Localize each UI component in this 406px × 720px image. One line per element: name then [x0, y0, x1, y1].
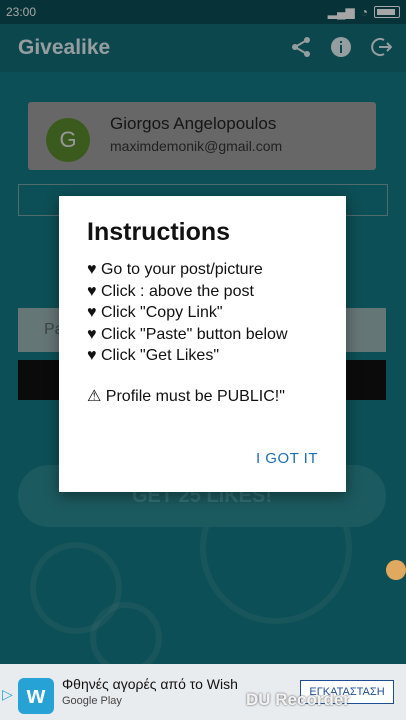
- recorder-watermark: DU Recorder: [246, 690, 350, 709]
- ad-subtitle: Google Play: [62, 695, 122, 707]
- public-profile-warning: ⚠ Profile must be PUBLIC!": [87, 388, 285, 405]
- wish-logo: w: [18, 678, 54, 714]
- recorder-bubble[interactable]: [386, 560, 406, 580]
- instruction-line: ♥ Click : above the post: [87, 282, 254, 300]
- dialog-title: Instructions: [87, 218, 231, 246]
- instruction-line: ♥ Click "Copy Link": [87, 304, 223, 321]
- instructions-dialog: Instructions ♥ Go to your post/picture ♥…: [59, 196, 346, 492]
- instruction-line: ♥ Click "Paste" button below: [87, 325, 288, 343]
- ad-choices-icon[interactable]: ▷: [2, 686, 13, 703]
- instruction-line: ♥ Click "Get Likes": [87, 347, 219, 364]
- i-got-it-button[interactable]: I GOT IT: [256, 450, 318, 467]
- ad-headline: Φθηνές αγορές από το Wish: [62, 676, 238, 692]
- instruction-list: ♥ Go to your post/picture ♥ Click : abov…: [87, 259, 288, 367]
- instruction-line: ♥ Go to your post/picture: [87, 261, 263, 278]
